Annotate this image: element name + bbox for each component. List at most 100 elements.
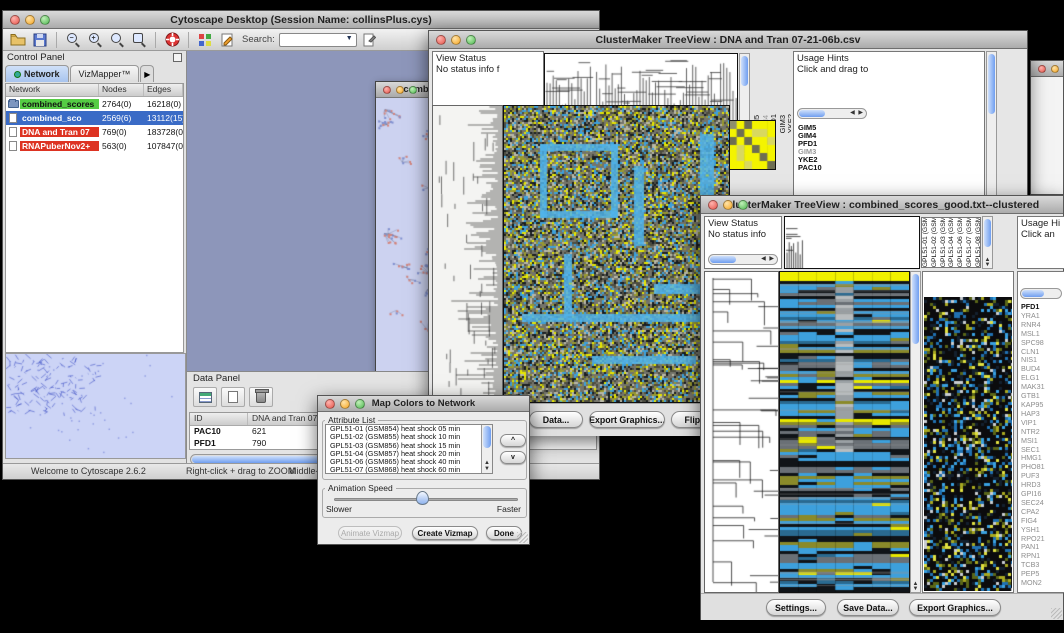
column-dendrogram-canvas[interactable] [785, 217, 919, 268]
attribute-list-vscrollbar[interactable]: ▲▼ [481, 425, 492, 473]
vizmap-icon[interactable] [196, 32, 214, 48]
treeview-dna-titlebar[interactable]: ClusterMaker TreeView : DNA and Tran 07-… [429, 31, 1027, 49]
minimize-button[interactable] [1051, 65, 1059, 73]
background-window-titlebar[interactable] [1031, 61, 1063, 77]
column-label[interactable]: GIM3 [779, 115, 787, 133]
map-colors-titlebar[interactable]: Map Colors to Network [318, 396, 529, 412]
settings-button[interactable]: Settings... [766, 599, 826, 616]
zoom-fit-icon[interactable] [130, 32, 148, 48]
tab-vizmapper[interactable]: VizMapper™ [70, 65, 140, 82]
close-button[interactable] [708, 200, 718, 210]
column-label[interactable]: YKE2 [787, 114, 791, 133]
minimize-button[interactable] [25, 15, 35, 25]
zoom-out-icon[interactable]: − [64, 32, 82, 48]
close-button[interactable] [1038, 65, 1046, 73]
float-panel-icon[interactable] [173, 53, 182, 62]
close-button[interactable] [10, 15, 20, 25]
animate-vizmap-button[interactable]: Animate Vizmap [338, 526, 402, 540]
network-row[interactable]: DNA and Tran 07769(0)183728(0) [6, 125, 183, 139]
resize-grip[interactable] [517, 532, 528, 543]
create-vizmap-button[interactable]: Create Vizmap [412, 526, 478, 540]
network-row[interactable]: combined_scores2764(0)16218(0) [6, 97, 183, 111]
tab-network[interactable]: Network [5, 65, 69, 82]
save-session-icon[interactable] [31, 32, 49, 48]
zoom-button[interactable] [466, 35, 476, 45]
column-vscrollbar[interactable]: ▲▼ [982, 216, 993, 269]
status-welcome: Welcome to Cytoscape 2.6.2 [31, 466, 146, 476]
column-label[interactable]: GPL51-01 (GSM854) [922, 217, 930, 267]
main-titlebar[interactable]: Cytoscape Desktop (Session Name: collins… [3, 11, 599, 29]
row-label[interactable]: PAC10 [798, 164, 822, 172]
heatmap-vscrollbar[interactable]: ▲▼ [910, 271, 921, 593]
minimize-button[interactable] [723, 200, 733, 210]
column-label[interactable]: GPL51-06 (GSM865) [957, 217, 965, 267]
column-label[interactable]: GPL51-04 (GSM857) [948, 217, 956, 267]
doc-icon [9, 141, 17, 151]
minimize-button[interactable] [340, 399, 350, 409]
treeview-combined-titlebar[interactable]: ClusterMaker TreeView : combined_scores_… [701, 196, 1063, 214]
column-label[interactable]: GPL51-03 (GSM856) [940, 217, 948, 267]
help-lifering-icon[interactable] [163, 32, 181, 48]
minimize-button[interactable] [451, 35, 461, 45]
close-button[interactable] [436, 35, 446, 45]
zoom-in-icon[interactable]: + [86, 32, 104, 48]
zoom-button[interactable] [409, 86, 417, 94]
close-button[interactable] [383, 86, 391, 94]
search-dropdown-icon[interactable]: ▼ [344, 35, 355, 45]
network-name: combined_sco [20, 113, 99, 123]
slower-label: Slower [326, 504, 352, 514]
column-label[interactable]: GPL51-07 (GSM868) [966, 217, 974, 267]
open-session-icon[interactable] [9, 32, 27, 48]
attribute-item[interactable]: GPL51-07 (GSM868) heat shock 60 min [328, 466, 492, 474]
gene-label-hscrollbar[interactable] [1020, 288, 1062, 299]
select-attributes-button[interactable] [193, 387, 217, 407]
zoom-button[interactable] [40, 15, 50, 25]
background-window[interactable] [1030, 60, 1064, 195]
row-dendrogram-frame[interactable] [432, 105, 503, 403]
zoom-button[interactable] [355, 399, 365, 409]
network-list-header[interactable]: Network Nodes Edges [6, 84, 183, 97]
move-down-button[interactable]: v [500, 451, 526, 464]
resize-grip[interactable] [1051, 608, 1062, 619]
zoom-heatmap-frame[interactable] [728, 120, 776, 170]
zoom-heatmap-canvas[interactable] [729, 121, 775, 169]
export-graphics-button[interactable]: Export Graphics... [909, 599, 1001, 616]
global-heatmap-canvas[interactable] [504, 106, 729, 402]
network-row[interactable]: combined_sco2569(6)13112(15) [6, 111, 183, 125]
global-heatmap-canvas[interactable] [780, 272, 909, 592]
zoom-button[interactable] [738, 200, 748, 210]
import-doc-icon[interactable] [361, 32, 379, 48]
global-heatmap-frame[interactable] [503, 105, 730, 403]
column-dendrogram-frame[interactable] [784, 216, 920, 269]
zoom-row-labels: GIM5GIM4PFD1GIM3YKE2PAC10 [798, 124, 822, 172]
slider-thumb[interactable] [416, 491, 429, 505]
minimize-button[interactable] [396, 86, 404, 94]
birdseye-view[interactable] [5, 353, 186, 459]
move-up-button[interactable]: ^ [500, 434, 526, 447]
delete-attribute-button[interactable] [249, 387, 273, 407]
annotation-icon[interactable] [218, 32, 236, 48]
search-input[interactable]: ▼ [279, 33, 357, 47]
row-dendrogram-canvas[interactable] [433, 106, 502, 402]
export-graphics-button[interactable]: Export Graphics... [589, 411, 665, 428]
save-data-button[interactable]: Save Data... [837, 599, 899, 616]
close-button[interactable] [325, 399, 335, 409]
zoom-view-area [922, 271, 1014, 593]
column-label[interactable]: GPL51-08 (GSM872) [975, 217, 981, 267]
tab-overflow-icon[interactable]: ▶ [140, 65, 154, 82]
save-data-button[interactable]: Data... [529, 411, 583, 428]
attribute-list[interactable]: GPL51-01 (GSM854) heat shock 05 minGPL51… [325, 424, 493, 474]
view-status-hscrollbar[interactable]: ◀ ▶ [708, 254, 778, 265]
global-heatmap-frame[interactable] [779, 271, 910, 593]
new-attribute-button[interactable] [221, 387, 245, 407]
network-row[interactable]: RNAPuberNov2+563(0)107847(0) [6, 139, 183, 153]
row-dendrogram-frame[interactable] [704, 271, 779, 593]
gene-label[interactable]: MON2 [1021, 579, 1045, 588]
control-panel-header: Control Panel [3, 51, 186, 65]
column-label[interactable]: GPL51-02 (GSM855) [931, 217, 939, 267]
label-hscrollbar[interactable]: ◀ ▶ [797, 108, 867, 119]
zoom-heatmap-canvas[interactable] [924, 297, 1012, 591]
row-id: PAC10 [190, 426, 248, 438]
row-dendrogram-canvas[interactable] [705, 272, 778, 592]
zoom-selected-icon[interactable] [108, 32, 126, 48]
